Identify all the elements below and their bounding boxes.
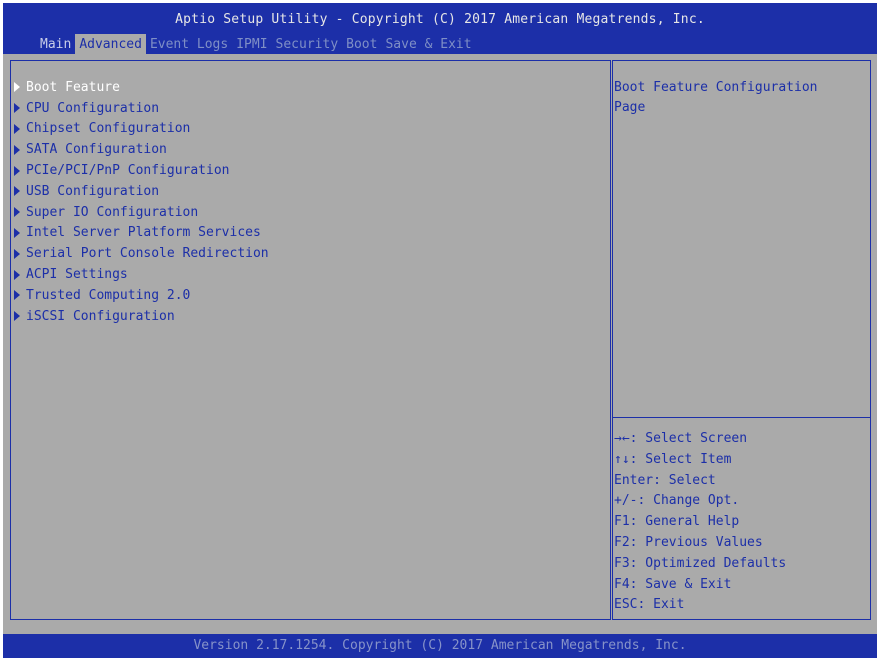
menu-item-acpi-settings[interactable]: ACPI Settings [14, 264, 269, 285]
submenu-arrow-icon [14, 186, 20, 197]
menu-item-pcie-pci-pnp-configuration[interactable]: PCIe/PCI/PnP Configuration [14, 160, 269, 181]
tab-save-exit[interactable]: Save & Exit [381, 34, 475, 54]
menu-item-sata-configuration[interactable]: SATA Configuration [14, 139, 269, 160]
menu-item-label: Chipset Configuration [26, 121, 191, 137]
menu-item-chipset-configuration[interactable]: Chipset Configuration [14, 119, 269, 140]
menu-list: Boot Feature CPU Configuration Chipset C… [14, 77, 269, 327]
submenu-arrow-icon [14, 290, 20, 301]
header-bar: Aptio Setup Utility - Copyright (C) 2017… [3, 3, 877, 54]
menu-item-label: SATA Configuration [26, 142, 167, 158]
submenu-arrow-icon [14, 103, 20, 114]
submenu-arrow-icon [14, 248, 20, 259]
submenu-arrow-icon [14, 144, 20, 155]
utility-title: Aptio Setup Utility - Copyright (C) 2017… [175, 12, 705, 27]
help-panel: Boot Feature Configuration Page →←: Sele… [612, 60, 871, 620]
menu-item-label: USB Configuration [26, 183, 160, 199]
submenu-arrow-icon [14, 82, 20, 93]
menu-item-label: PCIe/PCI/PnP Configuration [26, 163, 230, 179]
menu-item-label: Boot Feature [26, 79, 120, 95]
submenu-arrow-icon [14, 269, 20, 280]
key-hint-f3: F3: Optimized Defaults [614, 555, 787, 571]
submenu-arrow-icon [14, 207, 20, 218]
tab-main[interactable]: Main [36, 34, 75, 54]
footer-bar: Version 2.17.1254. Copyright (C) 2017 Am… [3, 634, 877, 658]
menu-item-trusted-computing[interactable]: Trusted Computing 2.0 [14, 285, 269, 306]
submenu-arrow-icon [14, 165, 20, 176]
tab-event-logs[interactable]: Event Logs [146, 34, 232, 54]
menu-item-cpu-configuration[interactable]: CPU Configuration [14, 98, 269, 119]
key-legend: →←: Select Screen ↑↓: Select Item Enter:… [614, 429, 786, 616]
menu-item-iscsi-configuration[interactable]: iSCSI Configuration [14, 306, 269, 327]
settings-panel: Boot Feature CPU Configuration Chipset C… [10, 60, 611, 620]
menu-item-label: Super IO Configuration [26, 204, 199, 220]
key-hint-select-item: ↑↓: Select Item [614, 451, 732, 467]
panel-divider [613, 417, 870, 418]
submenu-arrow-icon [14, 311, 20, 322]
menu-item-boot-feature[interactable]: Boot Feature [14, 77, 269, 98]
tab-boot[interactable]: Boot [342, 34, 381, 54]
key-hint-change-opt: +/-: Change Opt. [614, 493, 740, 509]
tab-security[interactable]: Security [272, 34, 343, 54]
menu-item-super-io-configuration[interactable]: Super IO Configuration [14, 202, 269, 223]
menu-item-label: CPU Configuration [26, 100, 160, 116]
key-hint-select-screen: →←: Select Screen [614, 431, 748, 446]
menu-item-label: Trusted Computing 2.0 [26, 287, 191, 303]
key-hint-esc: ESC: Exit [614, 597, 685, 613]
key-hint-f1: F1: General Help [614, 514, 740, 530]
tab-advanced[interactable]: Advanced [75, 34, 146, 54]
key-hint-f4: F4: Save & Exit [614, 576, 732, 592]
menu-item-usb-configuration[interactable]: USB Configuration [14, 181, 269, 202]
version-text: Version 2.17.1254. Copyright (C) 2017 Am… [193, 638, 687, 653]
submenu-arrow-icon [14, 227, 20, 238]
tab-bar: Main Advanced Event Logs IPMI Security B… [36, 34, 476, 54]
key-hint-f2: F2: Previous Values [614, 534, 763, 550]
menu-item-label: Intel Server Platform Services [26, 225, 261, 241]
key-hint-enter: Enter: Select [614, 472, 716, 488]
bios-screen: Aptio Setup Utility - Copyright (C) 2017… [3, 3, 877, 658]
menu-item-intel-server-platform-services[interactable]: Intel Server Platform Services [14, 223, 269, 244]
menu-item-serial-port-console-redirection[interactable]: Serial Port Console Redirection [14, 243, 269, 264]
submenu-arrow-icon [14, 123, 20, 134]
menu-item-label: Serial Port Console Redirection [26, 246, 269, 262]
item-help-text: Boot Feature Configuration Page [614, 80, 818, 115]
menu-item-label: iSCSI Configuration [26, 308, 175, 324]
menu-item-label: ACPI Settings [26, 267, 128, 283]
tab-ipmi[interactable]: IPMI [232, 34, 271, 54]
